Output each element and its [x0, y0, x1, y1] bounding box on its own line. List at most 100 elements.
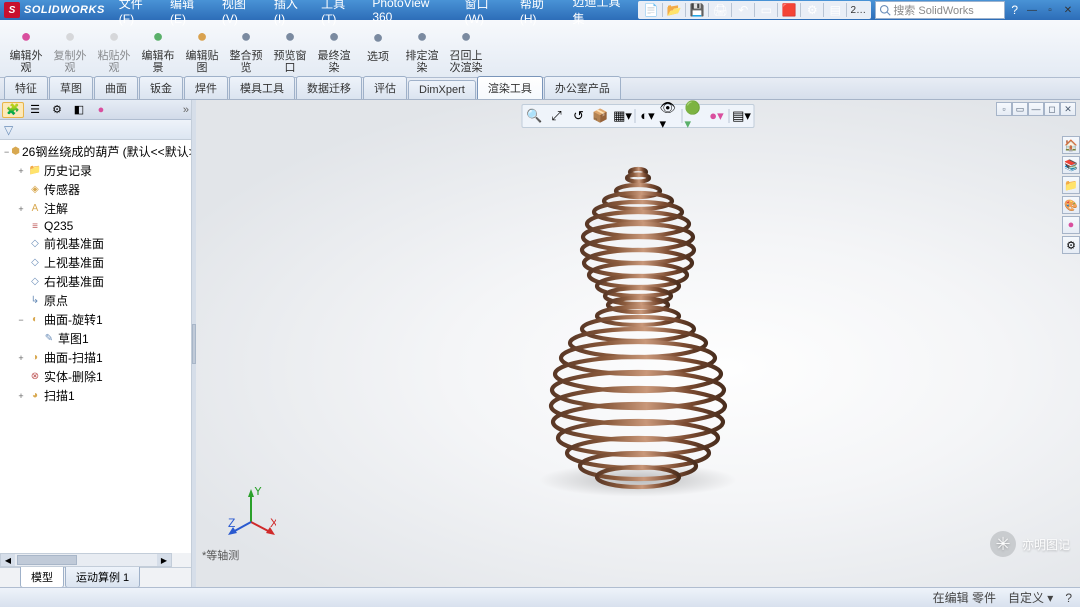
filter-icon[interactable]: ▽	[4, 123, 13, 137]
doc-close-icon[interactable]: ✕	[1060, 102, 1076, 116]
tab-9[interactable]: 渲染工具	[477, 76, 543, 99]
tree-root[interactable]: − ⬢ 26钢丝绕成的葫芦 (默认<<默认>_显示	[2, 142, 189, 161]
status-custom-label[interactable]: 自定义 ▾	[1008, 589, 1053, 606]
menu-maidi[interactable]: 迈迪工具集	[566, 0, 638, 29]
task-home-icon[interactable]: 🏠	[1062, 136, 1080, 154]
doc-min-icon[interactable]: —	[1028, 102, 1044, 116]
zoom-fit-icon[interactable]: 🔍	[525, 107, 545, 125]
tab-0[interactable]: 特征	[4, 76, 48, 99]
tree-node-6[interactable]: ◇右视基准面	[2, 272, 189, 291]
toolbtn-4[interactable]: ●编辑贴图	[180, 22, 224, 75]
tree-node-3[interactable]: ≡Q235	[2, 218, 189, 234]
undo-icon[interactable]: ↶	[734, 2, 752, 18]
restore-icon[interactable]: ▫	[1042, 3, 1058, 17]
scroll-right-icon[interactable]: ▶	[157, 554, 171, 566]
3d-viewport[interactable]: ▫ ▭ — ◻ ✕ 🔍 ⤢ ↺ 📦 ▦▾ ◐▾ 👁▾ 🟢▾ ●▾ ▤▾ 🏠 📚	[196, 100, 1080, 587]
twisty-icon[interactable]: −	[4, 147, 9, 157]
new-icon[interactable]: 📄	[642, 2, 660, 18]
tree-node-1[interactable]: ◈传感器	[2, 180, 189, 199]
triad-icon: Y X Z	[226, 487, 276, 537]
section-icon[interactable]: 📦	[591, 107, 611, 125]
menu-help[interactable]: 帮助(H)	[514, 0, 567, 28]
toolbtn-7[interactable]: ●最终渲染	[312, 22, 356, 75]
tree-node-7[interactable]: ↳原点	[2, 291, 189, 310]
model-tab-strip: 模型 运动算例 1	[0, 567, 191, 587]
tab-2[interactable]: 曲面	[94, 76, 138, 99]
feature-tree[interactable]: − ⬢ 26钢丝绕成的葫芦 (默认<<默认>_显示 +📁历史记录◈传感器+A注解…	[0, 140, 191, 553]
tab-5[interactable]: 模具工具	[229, 76, 295, 99]
pane-icon[interactable]: ▤	[826, 2, 844, 18]
tree-node-12[interactable]: +◕扫描1	[2, 386, 189, 405]
scene-icon[interactable]: 🟢▾	[685, 107, 705, 125]
tab-8[interactable]: DimXpert	[408, 80, 476, 99]
doc-tile-icon[interactable]: ▫	[996, 102, 1012, 116]
titlebar: S SOLIDWORKS 文件(F) 编辑(E) 视图(V) 插入(I) 工具(…	[0, 0, 1080, 20]
minimize-icon[interactable]: —	[1024, 3, 1040, 17]
toolbtn-1: ●复制外观	[48, 22, 92, 75]
tab-6[interactable]: 数据迁移	[296, 76, 362, 99]
open-icon[interactable]: 📂	[665, 2, 683, 18]
display-style-icon[interactable]: ◐▾	[638, 107, 658, 125]
task-library-icon[interactable]: 📚	[1062, 156, 1080, 174]
panel-tab-feature-tree[interactable]: 🧩	[2, 102, 24, 118]
settings-icon[interactable]: ▤▾	[732, 107, 752, 125]
twisty-icon[interactable]: +	[16, 353, 26, 363]
toolbtn-3[interactable]: ●编辑布景	[136, 22, 180, 75]
hide-show-icon[interactable]: 👁▾	[660, 107, 680, 125]
doc-cascade-icon[interactable]: ▭	[1012, 102, 1028, 116]
tree-node-11[interactable]: ⊗实体-删除1	[2, 367, 189, 386]
twisty-icon[interactable]: +	[16, 204, 26, 214]
select-icon[interactable]: ▭	[757, 2, 775, 18]
appearance-icon[interactable]: ●▾	[707, 107, 727, 125]
model-tab-motion[interactable]: 运动算例 1	[65, 567, 140, 588]
scroll-thumb[interactable]	[17, 555, 77, 565]
tree-node-4[interactable]: ◇前视基准面	[2, 234, 189, 253]
prev-view-icon[interactable]: ↺	[569, 107, 589, 125]
panel-tab-strip: 🧩 ☰ ⚙ ◧ ● »	[0, 100, 191, 120]
tab-10[interactable]: 办公室产品	[544, 76, 621, 99]
rebuild-icon[interactable]: 🟥	[780, 2, 798, 18]
save-icon[interactable]: 💾	[688, 2, 706, 18]
doc-max-icon[interactable]: ◻	[1044, 102, 1060, 116]
options-icon[interactable]: ⚙	[803, 2, 821, 18]
help-icon[interactable]: ?	[1011, 3, 1018, 17]
task-appearance-icon[interactable]: ●	[1062, 216, 1080, 234]
tab-7[interactable]: 评估	[363, 76, 407, 99]
tree-node-10[interactable]: +◑曲面-扫描1	[2, 348, 189, 367]
tab-3[interactable]: 钣金	[139, 76, 183, 99]
toolbtn-6[interactable]: ●预览窗口	[268, 22, 312, 75]
tree-node-9[interactable]: ✎草图1	[2, 329, 189, 348]
twisty-icon[interactable]: +	[16, 391, 26, 401]
search-box[interactable]: 搜索 SolidWorks	[875, 1, 1005, 19]
zoom-area-icon[interactable]: ⤢	[547, 107, 567, 125]
tree-node-5[interactable]: ◇上视基准面	[2, 253, 189, 272]
toolbtn-0[interactable]: ●编辑外观	[4, 22, 48, 75]
tree-node-0[interactable]: +📁历史记录	[2, 161, 189, 180]
panel-expand-icon[interactable]: »	[183, 104, 189, 116]
panel-tab-config[interactable]: ⚙	[46, 102, 68, 118]
close-icon[interactable]: ✕	[1060, 3, 1076, 17]
tab-4[interactable]: 焊件	[184, 76, 228, 99]
toolbtn-10[interactable]: ●召回上次渲染	[444, 22, 488, 75]
panel-tab-property[interactable]: ☰	[24, 102, 46, 118]
tab-1[interactable]: 草图	[49, 76, 93, 99]
twisty-icon[interactable]: +	[16, 166, 26, 176]
print-icon[interactable]: 🖨	[711, 2, 729, 18]
panel-tab-appearance[interactable]: ●	[90, 102, 112, 118]
toolbtn-8[interactable]: ●选项	[356, 22, 400, 75]
toolbtn-9[interactable]: ●排定渲染	[400, 22, 444, 75]
node-label: 曲面-扫描1	[44, 349, 103, 366]
task-palette-icon[interactable]: 🎨	[1062, 196, 1080, 214]
status-help-icon[interactable]: ?	[1065, 591, 1072, 605]
panel-tab-display[interactable]: ◧	[68, 102, 90, 118]
tree-hscrollbar[interactable]: ◀ ▶	[0, 553, 172, 567]
scroll-left-icon[interactable]: ◀	[1, 554, 15, 566]
tree-node-8[interactable]: −◐曲面-旋转1	[2, 310, 189, 329]
task-explorer-icon[interactable]: 📁	[1062, 176, 1080, 194]
model-tab-model[interactable]: 模型	[20, 567, 64, 588]
tree-node-2[interactable]: +A注解	[2, 199, 189, 218]
twisty-icon[interactable]: −	[16, 315, 26, 325]
view-orient-icon[interactable]: ▦▾	[613, 107, 633, 125]
task-custom-icon[interactable]: ⚙	[1062, 236, 1080, 254]
toolbtn-5[interactable]: ●整合预览	[224, 22, 268, 75]
